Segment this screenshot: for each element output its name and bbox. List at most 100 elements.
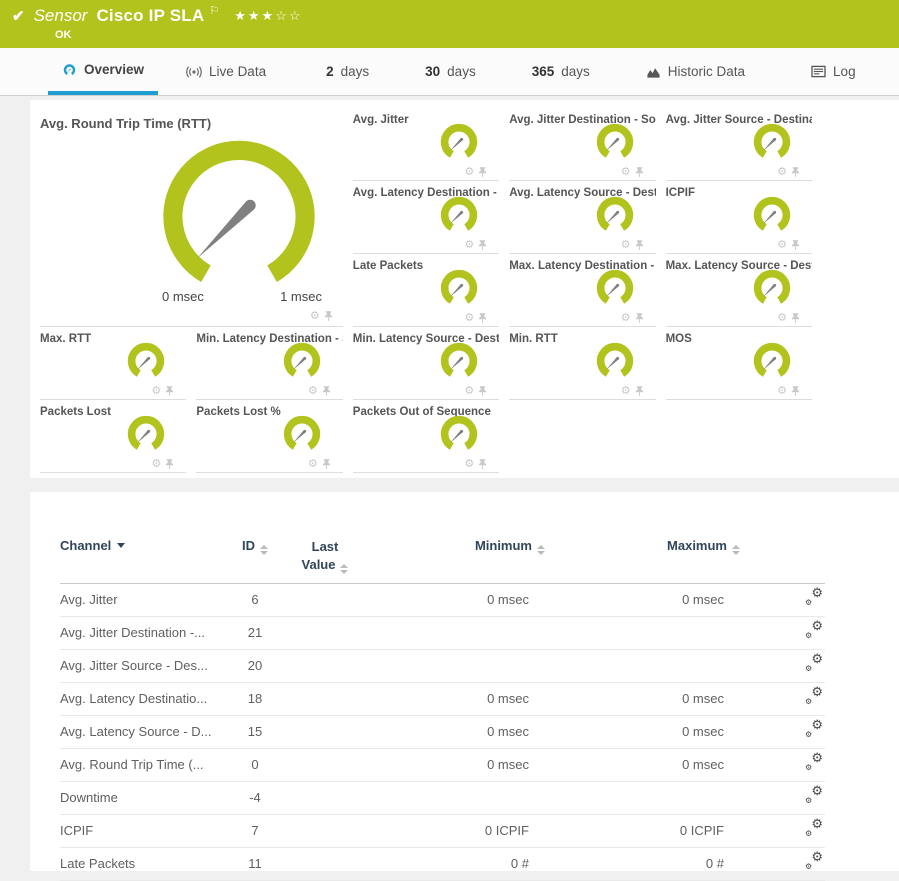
tab-365-days[interactable]: 365days xyxy=(518,48,604,95)
cell-channel[interactable]: Downtime xyxy=(60,790,230,805)
gauge-dial[interactable] xyxy=(122,412,170,456)
area-chart-icon xyxy=(646,65,661,79)
tab-live-data[interactable]: Live Data xyxy=(172,48,280,95)
table-row: Late Packets 11 0 # 0 # ⚙⚙ xyxy=(60,848,825,881)
gauge-dial[interactable] xyxy=(591,339,639,383)
gauge-dial[interactable] xyxy=(435,266,483,310)
column-header-id[interactable]: ID xyxy=(230,538,280,555)
pin-icon[interactable] xyxy=(478,167,487,178)
gauge-dial[interactable] xyxy=(435,339,483,383)
column-header-channel[interactable]: Channel xyxy=(60,538,230,553)
gauge-cell: MOS ⚙ xyxy=(666,327,812,400)
channel-settings-icon[interactable]: ⚙⚙ xyxy=(805,755,823,771)
column-header-maximum[interactable]: Maximum xyxy=(545,538,740,555)
column-header-last-value[interactable]: Last Value xyxy=(294,538,356,574)
gear-icon[interactable]: ⚙ xyxy=(777,313,787,324)
table-row: Avg. Jitter 6 0 msec 0 msec ⚙⚙ xyxy=(60,584,825,617)
pin-icon[interactable] xyxy=(635,313,644,324)
channel-settings-icon[interactable]: ⚙⚙ xyxy=(805,590,823,606)
log-icon xyxy=(811,65,826,78)
tab-log[interactable]: Log xyxy=(797,48,870,95)
tab-overview[interactable]: Overview xyxy=(48,48,158,95)
cell-channel[interactable]: Late Packets xyxy=(60,856,230,871)
gauge-cell: Min. RTT ⚙ xyxy=(509,327,655,400)
gear-icon[interactable]: ⚙ xyxy=(308,459,318,470)
gauge-dial[interactable] xyxy=(748,339,796,383)
column-header-minimum[interactable]: Minimum xyxy=(370,538,545,555)
cell-maximum: 0 msec xyxy=(545,757,740,772)
pin-icon[interactable] xyxy=(791,167,800,178)
cell-channel[interactable]: ICPIF xyxy=(60,823,230,838)
flag-icon[interactable]: ⚐ xyxy=(209,4,219,17)
cell-channel[interactable]: Avg. Jitter xyxy=(60,592,230,607)
gauge-cell: Max. RTT ⚙ xyxy=(40,327,186,400)
cell-channel[interactable]: Avg. Jitter Source - Des... xyxy=(60,658,230,673)
gauge-dial[interactable] xyxy=(435,193,483,237)
tab-2-days[interactable]: 2days xyxy=(312,48,383,95)
pin-icon[interactable] xyxy=(791,240,800,251)
pin-icon[interactable] xyxy=(635,167,644,178)
channel-settings-icon[interactable]: ⚙⚙ xyxy=(805,788,823,804)
channel-settings-icon[interactable]: ⚙⚙ xyxy=(805,722,823,738)
tab-historic-data[interactable]: Historic Data xyxy=(632,48,759,95)
pin-icon[interactable] xyxy=(165,459,174,470)
tab-settings[interactable]: ⚙ Settings xyxy=(896,48,899,95)
pin-icon[interactable] xyxy=(478,386,487,397)
pin-icon[interactable] xyxy=(478,313,487,324)
gear-icon[interactable]: ⚙ xyxy=(621,313,631,324)
channel-settings-icon[interactable]: ⚙⚙ xyxy=(805,689,823,705)
pin-icon[interactable] xyxy=(322,459,331,470)
gauge-dial[interactable] xyxy=(591,120,639,164)
pin-icon[interactable] xyxy=(635,386,644,397)
channel-settings-icon[interactable]: ⚙⚙ xyxy=(805,854,823,870)
pin-icon[interactable] xyxy=(791,386,800,397)
gauge-dial[interactable] xyxy=(748,120,796,164)
gear-icon[interactable]: ⚙ xyxy=(621,167,631,178)
cell-id: 6 xyxy=(230,592,280,607)
gear-icon[interactable]: ⚙ xyxy=(464,313,474,324)
gear-icon[interactable]: ⚙ xyxy=(310,311,320,322)
gauge-dial[interactable] xyxy=(122,339,170,383)
priority-stars[interactable]: ★★★☆☆ xyxy=(234,8,302,24)
gear-icon[interactable]: ⚙ xyxy=(152,459,162,470)
sort-desc-icon xyxy=(117,543,125,548)
gear-icon[interactable]: ⚙ xyxy=(308,386,318,397)
gear-icon[interactable]: ⚙ xyxy=(464,240,474,251)
pin-icon[interactable] xyxy=(791,313,800,324)
cell-channel[interactable]: Avg. Round Trip Time (... xyxy=(60,757,230,772)
gauge-dial[interactable] xyxy=(748,266,796,310)
gauge-dial[interactable] xyxy=(591,266,639,310)
gear-icon[interactable]: ⚙ xyxy=(621,386,631,397)
pin-icon[interactable] xyxy=(635,240,644,251)
gear-icon[interactable]: ⚙ xyxy=(621,240,631,251)
channel-settings-icon[interactable]: ⚙⚙ xyxy=(805,623,823,639)
gear-icon[interactable]: ⚙ xyxy=(464,167,474,178)
channel-settings-icon[interactable]: ⚙⚙ xyxy=(805,821,823,837)
tab-30-days[interactable]: 30days xyxy=(411,48,490,95)
gauge-dial[interactable] xyxy=(435,412,483,456)
cell-channel[interactable]: Avg. Jitter Destination -... xyxy=(60,625,230,640)
gauge-dial[interactable] xyxy=(278,339,326,383)
pin-icon[interactable] xyxy=(324,311,333,322)
cell-minimum: 0 msec xyxy=(370,757,545,772)
pin-icon[interactable] xyxy=(478,459,487,470)
pin-icon[interactable] xyxy=(165,386,174,397)
cell-channel[interactable]: Avg. Latency Source - D... xyxy=(60,724,230,739)
gauge-dial[interactable] xyxy=(591,193,639,237)
cell-id: 11 xyxy=(230,856,280,871)
sort-icon xyxy=(340,564,348,574)
cell-channel[interactable]: Avg. Latency Destinatio... xyxy=(60,691,230,706)
gauge-dial[interactable] xyxy=(278,412,326,456)
gear-icon[interactable]: ⚙ xyxy=(777,240,787,251)
gauge-dial[interactable] xyxy=(435,120,483,164)
channel-settings-icon[interactable]: ⚙⚙ xyxy=(805,656,823,672)
gear-icon[interactable]: ⚙ xyxy=(464,459,474,470)
pin-icon[interactable] xyxy=(478,240,487,251)
pin-icon[interactable] xyxy=(322,386,331,397)
gear-icon[interactable]: ⚙ xyxy=(152,386,162,397)
gauge-dial[interactable] xyxy=(748,193,796,237)
gauge-dial[interactable] xyxy=(148,133,330,293)
gear-icon[interactable]: ⚙ xyxy=(464,386,474,397)
gear-icon[interactable]: ⚙ xyxy=(777,167,787,178)
gear-icon[interactable]: ⚙ xyxy=(777,386,787,397)
